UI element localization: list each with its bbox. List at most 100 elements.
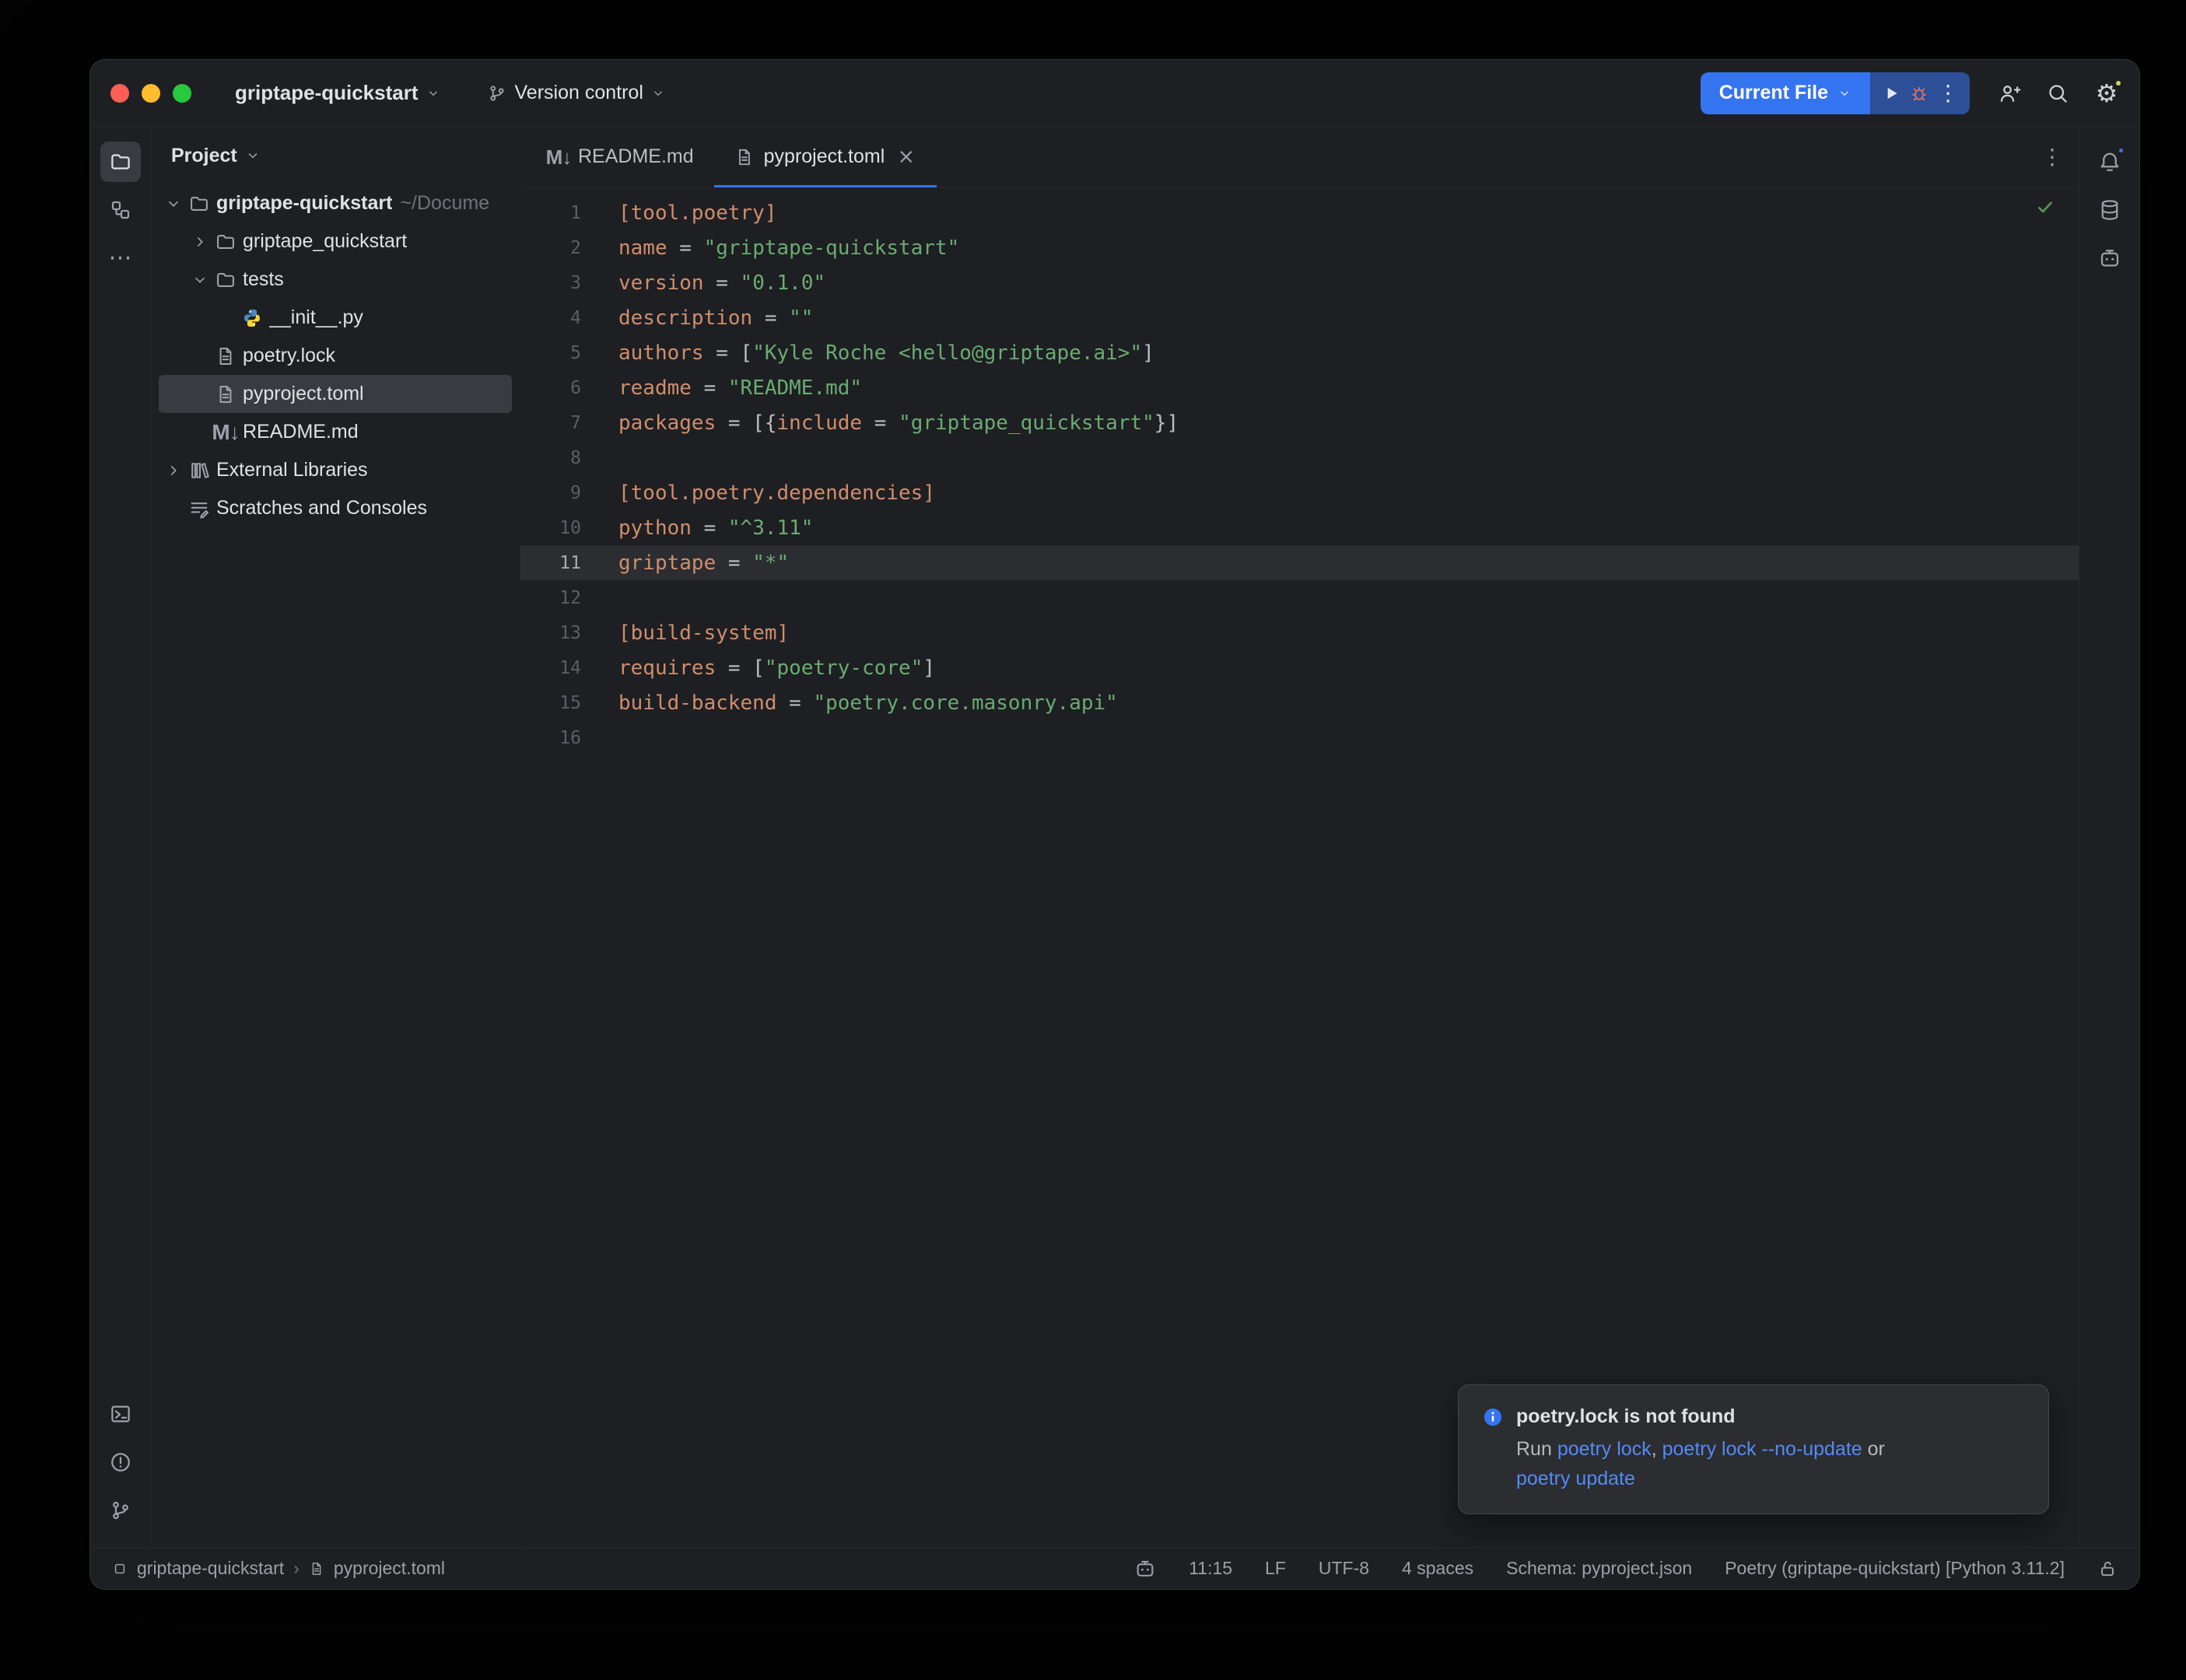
code-line-5[interactable]: 5authors = ["Kyle Roche <hello@griptape.… (520, 335, 2079, 370)
code-line-2[interactable]: 2name = "griptape-quickstart" (520, 230, 2079, 265)
tree-item-External Libraries[interactable]: External Libraries (159, 451, 512, 489)
more-run-actions-button[interactable]: ⋮ (1937, 82, 1959, 104)
popup-header: poetry.lock is not found (1482, 1405, 2025, 1428)
titlebar-actions: ⚙ (1998, 81, 2119, 106)
popup-link[interactable]: poetry update (1516, 1468, 1635, 1489)
status-item[interactable]: 4 spaces (1402, 1558, 1473, 1579)
code-text: build-backend = "poetry.core.masonry.api… (601, 691, 1118, 715)
code-text: version = "0.1.0" (601, 271, 825, 295)
terminal-tool-button[interactable] (100, 1394, 141, 1434)
code-line-13[interactable]: 13[build-system] (520, 615, 2079, 650)
tab-README.md[interactable]: M↓README.md (528, 127, 714, 187)
tree-item-pyproject.toml[interactable]: pyproject.toml (159, 375, 512, 413)
code-line-10[interactable]: 10python = "^3.11" (520, 510, 2079, 545)
code-line-16[interactable]: 16 (520, 720, 2079, 755)
chevron-right-icon[interactable] (191, 233, 208, 250)
tree-item-poetry.lock[interactable]: poetry.lock (159, 337, 512, 375)
debug-button[interactable] (1909, 83, 1929, 103)
more-tool-windows-button[interactable]: ⋯ (100, 238, 141, 278)
line-number: 11 (520, 553, 601, 573)
popup-link[interactable]: poetry lock (1557, 1438, 1652, 1460)
file-icon (215, 383, 236, 405)
status-item[interactable]: UTF-8 (1319, 1558, 1369, 1579)
close-window-button[interactable] (110, 84, 129, 103)
chevron-down-icon[interactable] (245, 148, 261, 163)
project-panel: Project griptape-quickstart~/Documegript… (151, 127, 520, 1547)
code-text: packages = [{include = "griptape_quickst… (601, 411, 1179, 435)
tree-item-README.md[interactable]: M↓README.md (159, 413, 512, 451)
zoom-window-button[interactable] (173, 84, 191, 103)
code-line-15[interactable]: 15build-backend = "poetry.core.masonry.a… (520, 685, 2079, 720)
ide-window: griptape-quickstart Version control Curr… (89, 59, 2140, 1590)
lock-icon[interactable] (2097, 1559, 2118, 1579)
minimize-window-button[interactable] (142, 84, 160, 103)
folder-icon (215, 269, 236, 291)
version-control-tool-button[interactable] (100, 1490, 141, 1531)
branch-icon (109, 1499, 132, 1522)
breadcrumb-file[interactable]: pyproject.toml (334, 1558, 445, 1579)
settings-notification-dot (2114, 79, 2123, 88)
markdown-icon: M↓ (215, 422, 236, 443)
python-icon (241, 307, 263, 329)
notification-dot (2117, 146, 2125, 155)
search-everywhere-button[interactable] (2046, 82, 2069, 105)
line-number: 2 (520, 238, 601, 258)
settings-button[interactable]: ⚙ (2094, 81, 2119, 106)
tree-item-Scratches and Consoles[interactable]: Scratches and Consoles (159, 489, 512, 527)
popup-title: poetry.lock is not found (1516, 1405, 1735, 1428)
status-item[interactable]: 11:15 (1189, 1558, 1232, 1579)
file-icon (734, 147, 755, 167)
code-line-8[interactable]: 8 (520, 440, 2079, 475)
tree-item-label: External Libraries (216, 459, 368, 481)
tree-item-tests[interactable]: tests (159, 261, 512, 299)
code-text: [tool.poetry] (601, 201, 777, 225)
ai-icon[interactable] (1134, 1558, 1156, 1580)
run-button[interactable] (1881, 83, 1901, 103)
run-config-selector[interactable]: Current File (1701, 72, 1870, 114)
notifications-button[interactable] (2090, 142, 2130, 182)
run-config-label: Current File (1719, 82, 1828, 104)
tree-item-__init__.py[interactable]: __init__.py (159, 299, 512, 337)
code-with-me-button[interactable] (1998, 82, 2021, 105)
breadcrumb: griptape-quickstart › pyproject.toml (112, 1558, 445, 1579)
code-line-7[interactable]: 7packages = [{include = "griptape_quicks… (520, 405, 2079, 440)
code-line-1[interactable]: 1[tool.poetry] (520, 195, 2079, 230)
popup-text: Run (1516, 1438, 1557, 1460)
tree-item-griptape-quickstart[interactable]: griptape-quickstart~/Docume (159, 184, 512, 222)
code-line-11[interactable]: 11griptape = "*" (520, 545, 2079, 580)
structure-tool-button[interactable] (100, 190, 141, 230)
left-toolstrip-bottom (100, 1390, 141, 1535)
breadcrumb-project[interactable]: griptape-quickstart (137, 1558, 284, 1579)
vcs-widget[interactable]: Version control (487, 82, 665, 104)
code-text: griptape = "*" (601, 551, 789, 575)
status-item[interactable]: LF (1265, 1558, 1286, 1579)
code-line-3[interactable]: 3version = "0.1.0" (520, 265, 2079, 300)
code-line-4[interactable]: 4description = "" (520, 300, 2079, 335)
status-item[interactable]: Schema: pyproject.json (1506, 1558, 1692, 1579)
status-item[interactable]: Poetry (griptape-quickstart) [Python 3.1… (1725, 1558, 2065, 1579)
database-tool-button[interactable] (2090, 190, 2130, 230)
ai-assistant-button[interactable] (2090, 238, 2130, 278)
code-line-14[interactable]: 14requires = ["poetry-core"] (520, 650, 2079, 685)
popup-link[interactable]: poetry lock --no-update (1662, 1438, 1862, 1460)
chevron-right-icon[interactable] (165, 462, 182, 479)
inspections-check-icon[interactable] (2035, 197, 2055, 217)
code-line-12[interactable]: 12 (520, 580, 2079, 615)
chevron-down-icon[interactable] (191, 271, 208, 289)
tree-item-griptape_quickstart[interactable]: griptape_quickstart (159, 222, 512, 261)
line-number: 7 (520, 413, 601, 433)
chevron-down-icon (1837, 86, 1851, 100)
popup-line-2: poetry update (1516, 1464, 2025, 1493)
chevron-down-icon[interactable] (165, 195, 182, 212)
problems-tool-button[interactable] (100, 1442, 141, 1482)
line-number: 13 (520, 623, 601, 643)
code-line-6[interactable]: 6readme = "README.md" (520, 370, 2079, 405)
code-line-9[interactable]: 9[tool.poetry.dependencies] (520, 475, 2079, 510)
code-editor[interactable]: 1[tool.poetry]2name = "griptape-quicksta… (520, 187, 2079, 1547)
close-tab-icon[interactable]: × (895, 146, 916, 167)
tab-pyproject.toml[interactable]: pyproject.toml× (714, 127, 937, 187)
project-switcher-label: griptape-quickstart (235, 81, 419, 105)
project-tool-button[interactable] (100, 142, 141, 182)
tab-options-button[interactable]: ⋮ (2041, 146, 2063, 168)
project-switcher[interactable]: griptape-quickstart (235, 81, 440, 105)
